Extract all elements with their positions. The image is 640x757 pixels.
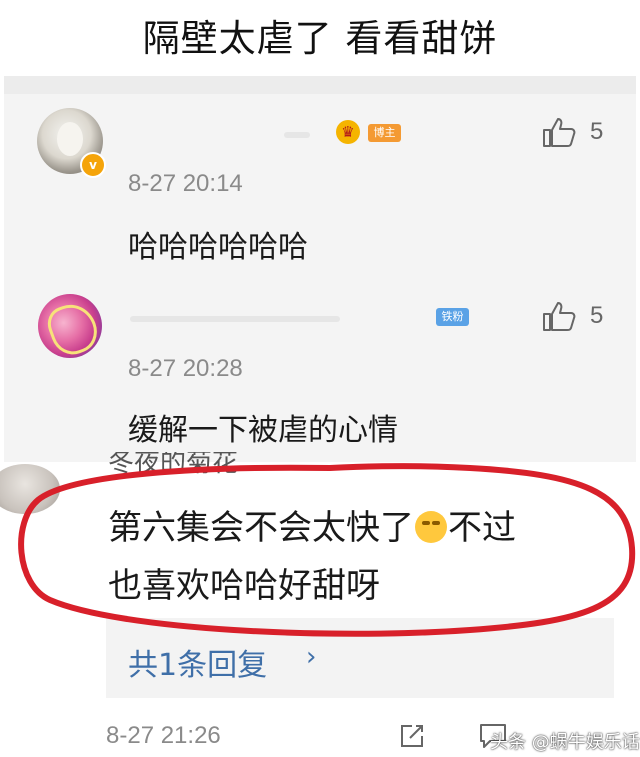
highlighted-comment-line-2: 也喜欢哈哈好甜呀: [108, 566, 380, 606]
avatar[interactable]: [0, 464, 60, 514]
flushed-face-emoji: [415, 511, 447, 543]
like-count: 5: [590, 302, 604, 329]
highlighted-comment-line-1: 第六集会不会太快了 不过: [108, 508, 516, 548]
replies-link[interactable]: 共1条回复: [128, 640, 267, 684]
comment-timestamp: 8-27 20:28: [128, 355, 243, 382]
username-redacted: [130, 316, 340, 322]
username-redacted: [284, 132, 310, 138]
panel-divider: [4, 76, 636, 94]
verified-v-icon: v: [80, 152, 106, 178]
like-count: 5: [590, 118, 604, 145]
share-icon[interactable]: [398, 722, 426, 750]
watermark: 头条 @蜗牛娱乐话: [490, 732, 640, 753]
username-truncated: 冬夜的菊花: [108, 452, 239, 474]
thumbs-up-icon[interactable]: [542, 116, 576, 148]
page-headline: 隔壁太虐了 看看甜饼: [142, 17, 498, 60]
comment-text: 哈哈哈哈哈哈: [128, 230, 308, 265]
fan-tag: 铁粉: [436, 308, 469, 326]
comment-text: 缓解一下被虐的心情: [128, 413, 398, 448]
thumbs-up-icon[interactable]: [542, 300, 576, 332]
author-tag: 博主: [368, 124, 401, 142]
comment-timestamp: 8-27 20:14: [128, 170, 243, 197]
replies-box[interactable]: 共1条回复 ›: [106, 618, 614, 698]
chevron-right-icon: ›: [306, 642, 317, 672]
avatar[interactable]: [38, 294, 102, 358]
comment-timestamp: 8-27 21:26: [106, 722, 221, 749]
crown-icon: ♛: [336, 120, 360, 144]
